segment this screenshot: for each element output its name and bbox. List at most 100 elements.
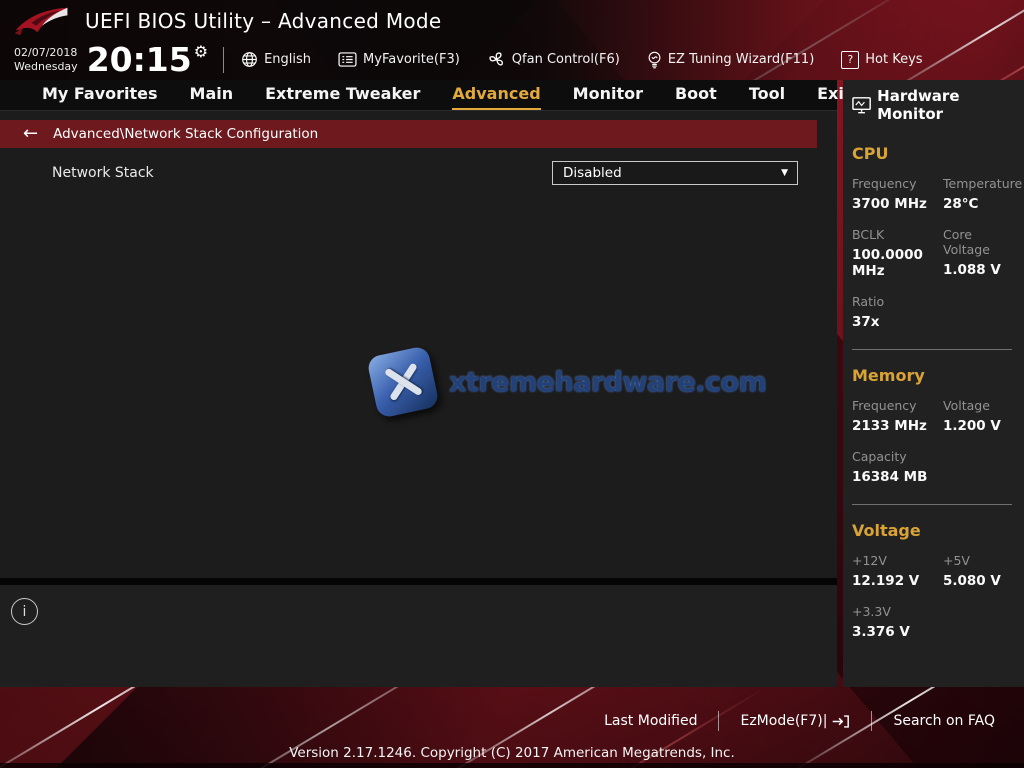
section-divider [852, 349, 1012, 350]
monitor-icon [852, 96, 871, 115]
tab-monitor[interactable]: Monitor [573, 84, 643, 110]
hm-label: +5V [943, 553, 1020, 568]
main-menu-tabs: My Favorites Main Extreme Tweaker Advanc… [0, 80, 837, 111]
section-divider [852, 504, 1012, 505]
ez-tuning-wizard-button[interactable]: EZ Tuning Wizard(F11) [647, 50, 814, 69]
hm-value: 28°C [943, 196, 1022, 212]
hm-label: Temperature [943, 176, 1022, 191]
watermark: xtremehardware.com [372, 351, 766, 413]
ez-tuning-label: EZ Tuning Wizard(F11) [668, 52, 814, 67]
tab-advanced[interactable]: Advanced [452, 84, 540, 110]
hm-value: 1.088 V [943, 262, 1020, 278]
rog-logo-icon [12, 4, 70, 38]
date-display[interactable]: 02/07/2018 Wednesday [14, 46, 78, 72]
hm-row: +12V 12.192 V +5V 5.080 V [852, 553, 1024, 589]
lightbulb-icon [647, 50, 662, 69]
date-value: 02/07/2018 [14, 46, 78, 59]
hm-label: Core Voltage [943, 227, 1020, 257]
bottom-edge-strip [0, 763, 1024, 768]
tab-tool[interactable]: Tool [749, 84, 785, 110]
hardware-monitor-header: Hardware Monitor [852, 87, 1024, 123]
hm-label: Capacity [852, 449, 935, 464]
hm-label: BCLK [852, 227, 935, 242]
language-selector[interactable]: English [241, 51, 311, 68]
bios-screen: UEFI BIOS Utility – Advanced Mode 02/07/… [0, 0, 1024, 768]
hm-value: 100.0000 MHz [852, 247, 935, 279]
hm-label: +3.3V [852, 604, 935, 619]
last-modified-label: Last Modified [604, 713, 697, 729]
favorites-list-icon [338, 52, 357, 67]
watermark-text: xtremehardware.com [449, 367, 766, 398]
footer-links: Last Modified EzMode(F7)| Search on FAQ [583, 711, 1016, 731]
hm-value: 16384 MB [852, 469, 935, 485]
hm-row: Frequency 2133 MHz Voltage 1.200 V [852, 398, 1024, 434]
language-label: English [264, 52, 311, 67]
gear-icon[interactable]: ⚙ [194, 42, 208, 61]
breadcrumb-label: Advanced\Network Stack Configuration [53, 126, 318, 142]
app-title: UEFI BIOS Utility – Advanced Mode [85, 9, 442, 33]
qfan-label: Qfan Control(F6) [512, 52, 620, 67]
title-row: UEFI BIOS Utility – Advanced Mode [0, 0, 1024, 41]
hm-value: 3.376 V [852, 624, 935, 640]
content-panel: ← Advanced\Network Stack Configuration N… [0, 111, 837, 578]
hm-row: +3.3V 3.376 V [852, 604, 1024, 640]
exit-to-ezmode-icon [830, 714, 850, 729]
my-favorite-label: MyFavorite(F3) [363, 52, 460, 67]
info-row: 02/07/2018 Wednesday 20:15 ⚙ [0, 41, 1024, 78]
search-faq-button[interactable]: Search on FAQ [872, 713, 1016, 729]
hm-row: Frequency 3700 MHz Temperature 28°C [852, 176, 1024, 212]
info-icon: i [11, 598, 38, 625]
hm-value: 12.192 V [852, 573, 935, 589]
section-title-voltage: Voltage [852, 521, 1024, 540]
tab-main[interactable]: Main [190, 84, 234, 110]
top-header: UEFI BIOS Utility – Advanced Mode 02/07/… [0, 0, 1024, 80]
tab-boot[interactable]: Boot [675, 84, 717, 110]
watermark-x-logo-icon [366, 345, 440, 419]
hm-row: Ratio 37x [852, 294, 1024, 330]
setting-row-network-stack: Network Stack Disabled ▼ [0, 161, 837, 185]
hm-label: Frequency [852, 398, 935, 413]
network-stack-dropdown[interactable]: Disabled ▼ [552, 161, 798, 185]
left-column: My Favorites Main Extreme Tweaker Advanc… [0, 80, 837, 687]
hardware-monitor-panel: Hardware Monitor CPU Frequency 3700 MHz … [843, 80, 1024, 687]
hot-keys-label: Hot Keys [865, 52, 922, 67]
hm-label: Voltage [943, 398, 1020, 413]
qfan-control-button[interactable]: Qfan Control(F6) [487, 50, 620, 69]
weekday-value: Wednesday [14, 60, 78, 73]
header-menu: English MyFavorite(F3) [241, 50, 923, 69]
network-stack-label: Network Stack [52, 165, 154, 181]
ezmode-label: EzMode(F7)| [740, 713, 827, 729]
globe-icon [241, 51, 258, 68]
last-modified-button[interactable]: Last Modified [583, 713, 718, 729]
hm-value: 3700 MHz [852, 196, 935, 212]
chevron-down-icon: ▼ [781, 168, 788, 178]
time-value: 20:15 [87, 45, 192, 75]
tab-my-favorites[interactable]: My Favorites [42, 84, 158, 110]
ezmode-button[interactable]: EzMode(F7)| [719, 713, 871, 729]
hm-label: Frequency [852, 176, 935, 191]
hot-keys-button[interactable]: ? Hot Keys [841, 51, 922, 69]
my-favorite-button[interactable]: MyFavorite(F3) [338, 52, 460, 67]
dropdown-selected-value: Disabled [563, 165, 622, 181]
header-divider [223, 47, 224, 73]
back-arrow-icon[interactable]: ← [23, 125, 38, 143]
hm-row: Capacity 16384 MB [852, 449, 1024, 485]
section-title-cpu: CPU [852, 144, 1024, 163]
hardware-monitor-title: Hardware Monitor [877, 87, 1024, 123]
search-faq-label: Search on FAQ [893, 713, 995, 729]
section-title-memory: Memory [852, 366, 1024, 385]
hm-value: 5.080 V [943, 573, 1020, 589]
clock[interactable]: 20:15 ⚙ [87, 45, 208, 75]
hm-value: 2133 MHz [852, 418, 935, 434]
hm-row: BCLK 100.0000 MHz Core Voltage 1.088 V [852, 227, 1024, 279]
fan-icon [487, 50, 506, 69]
breadcrumb[interactable]: ← Advanced\Network Stack Configuration [0, 120, 817, 148]
tab-extreme-tweaker[interactable]: Extreme Tweaker [265, 84, 420, 110]
x-glyph-icon [379, 358, 426, 405]
footer-bar: Last Modified EzMode(F7)| Search on FAQ … [0, 687, 1024, 768]
hm-value: 1.200 V [943, 418, 1020, 434]
question-mark-icon: ? [841, 51, 859, 69]
hm-label: Ratio [852, 294, 935, 309]
info-glyph: i [23, 604, 27, 620]
hm-value: 37x [852, 314, 935, 330]
